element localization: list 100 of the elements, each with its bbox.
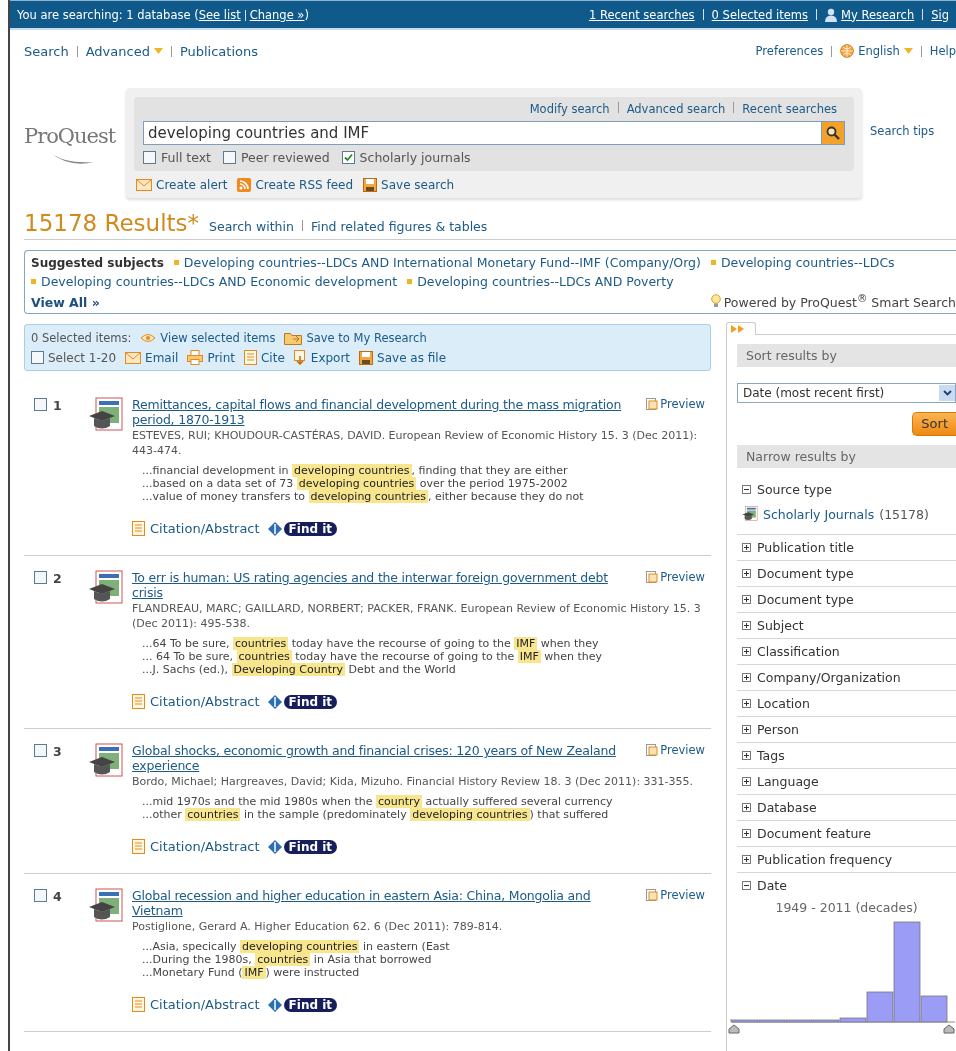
facet-label[interactable]: Language [757, 774, 819, 790]
preview-link[interactable]: Preview [660, 888, 705, 903]
top-link[interactable]: 1 Recent searches [588, 7, 695, 22]
facet-label[interactable]: Company/Organization [757, 670, 901, 686]
snippet-text: ...J. Sachs (ed.), Developing Country Debt and the World [142, 663, 457, 677]
subject-link[interactable]: Developing countries--LDCs AND International Monetary Fund--IMF (Company/Org) [183, 255, 701, 270]
nav-link[interactable]: Help [929, 44, 956, 58]
search-button[interactable] [821, 121, 845, 145]
preview-link[interactable]: Preview [660, 570, 705, 585]
nav-link[interactable]: Search [24, 43, 69, 59]
find-it-button[interactable]: Find it [283, 839, 338, 854]
facet-label[interactable]: Database [757, 800, 817, 816]
search-option-link[interactable]: Recent searches [742, 102, 837, 116]
facet-label[interactable]: Document type [757, 592, 854, 608]
facet-label[interactable]: Publication title [757, 540, 854, 556]
expand-icon[interactable] [742, 699, 751, 709]
change-link[interactable]: Change » [249, 7, 305, 22]
expand-icon[interactable] [742, 673, 751, 683]
find-it-button[interactable]: Find it [283, 997, 338, 1012]
expand-icon[interactable] [742, 777, 751, 787]
facet-label[interactable]: Source type [757, 482, 832, 498]
filter-checkbox[interactable] [143, 151, 156, 164]
top-link[interactable]: 0 Selected items [711, 7, 809, 22]
citation-abstract-link[interactable]: Citation/Abstract [150, 839, 260, 855]
expand-icon[interactable] [742, 647, 751, 657]
find-it-button[interactable]: Find it [283, 521, 338, 536]
search-tips-link[interactable]: Search tips [862, 88, 935, 138]
citation-abstract-link[interactable]: Citation/Abstract [150, 521, 260, 537]
expand-icon[interactable] [742, 751, 751, 761]
search-action-link[interactable]: Save search [381, 178, 455, 192]
citation-abstract-link[interactable]: Citation/Abstract [150, 997, 260, 1013]
expand-icon[interactable] [742, 803, 751, 813]
facet-label[interactable]: Date [757, 878, 787, 894]
view-all-link[interactable]: View All » [31, 295, 100, 311]
toolbar-link[interactable]: Print [207, 350, 235, 365]
facet-value-link[interactable]: Scholarly Journals [763, 506, 875, 522]
expand-icon[interactable] [742, 855, 751, 865]
results-link[interactable]: Find related figures & tables [310, 219, 488, 234]
record-checkbox[interactable] [34, 744, 47, 758]
facet-label[interactable]: Tags [757, 748, 785, 764]
snippet-text: ...value of money transfers to developing countries, either because they do not [142, 490, 585, 504]
preview-link[interactable]: Preview [660, 743, 705, 758]
expand-icon[interactable] [742, 725, 751, 735]
expand-icon[interactable] [742, 595, 751, 605]
toolbar-link[interactable]: Export [310, 350, 351, 365]
facet-label[interactable]: Subject [757, 618, 804, 634]
slider-handle-icon[interactable] [943, 1024, 955, 1034]
facet-label[interactable]: Location [757, 696, 810, 712]
language-dropdown[interactable]: English [858, 44, 900, 58]
preview-link[interactable]: Preview [660, 397, 705, 412]
subject-link[interactable]: Developing countries--LDCs AND Poverty [417, 274, 674, 289]
subject-link[interactable]: Developing countries--LDCs AND Economic development [41, 274, 398, 289]
caret-icon [153, 48, 163, 54]
toolbar-link[interactable]: Email [145, 350, 179, 365]
search-option-link[interactable]: Advanced search [626, 102, 726, 116]
facet-label[interactable]: Classification [757, 644, 840, 660]
sort-button[interactable]: Sort [912, 412, 956, 437]
see-list-link[interactable]: See list [198, 7, 241, 22]
facet-label[interactable]: Publication frequency [757, 852, 893, 868]
preview-icon [646, 397, 659, 411]
nav-link[interactable]: Preferences [755, 44, 824, 58]
expand-icon[interactable] [742, 829, 751, 839]
results-link[interactable]: Search within [209, 219, 294, 234]
top-link[interactable]: Sig [931, 7, 949, 22]
filter-checkbox[interactable] [223, 151, 237, 164]
record-title-link[interactable]: Global recession and higher education in eastern Asia: China, Mongolia and Vietnam [132, 888, 639, 919]
collapse-icon[interactable] [742, 881, 751, 891]
facet-label[interactable]: Document type [757, 566, 854, 582]
expand-icon[interactable] [742, 569, 751, 579]
subject-link[interactable]: Developing countries--LDCs [720, 255, 895, 270]
preview-icon [646, 570, 659, 584]
sort-dropdown[interactable]: Date (most recent first) [737, 383, 956, 404]
nav-dropdown[interactable]: Advanced [85, 43, 150, 59]
record-title-link[interactable]: Remittances, capital flows and financial development during the mass migration period, 1870-1913 [132, 397, 639, 428]
search-action-link[interactable]: Create alert [156, 178, 228, 192]
facet-label[interactable]: Person [757, 722, 799, 738]
toolbar-link[interactable]: Save to My Research [306, 331, 427, 346]
record-title-link[interactable]: To err is human: US rating agencies and the interwar foreign government debt crisis [132, 570, 639, 601]
select-all-checkbox[interactable] [31, 351, 44, 365]
search-action-link[interactable]: Create RSS feed [255, 178, 354, 192]
record-checkbox[interactable] [34, 571, 47, 585]
toolbar-link[interactable]: Cite [261, 350, 285, 365]
search-field[interactable]: developing countries and IMF [143, 121, 821, 145]
citation-abstract-link[interactable]: Citation/Abstract [150, 694, 260, 710]
find-it-button[interactable]: Find it [283, 694, 338, 709]
toolbar-link[interactable]: Save as file [377, 350, 447, 365]
filter-checkbox[interactable] [341, 151, 355, 164]
collapse-icon[interactable] [742, 485, 751, 495]
record-title-link[interactable]: Global shocks, economic growth and financial crises: 120 years of New Zealand experience [132, 743, 639, 774]
nav-link[interactable]: Publications [179, 43, 258, 59]
toolbar-link[interactable]: View selected items [160, 331, 276, 346]
search-option-link[interactable]: Modify search [529, 102, 610, 116]
facet-label[interactable]: Document feature [757, 826, 871, 842]
expand-icon[interactable] [742, 621, 751, 631]
record-citation-text: Bordo, Michael; Hargreaves, David; Kida, Mizuho. Financial History Review 18. 3 (Dec 2011): 331-355. [132, 774, 695, 790]
expand-icon[interactable] [742, 543, 751, 553]
record-checkbox[interactable] [34, 398, 47, 412]
record-checkbox[interactable] [34, 889, 47, 903]
top-link[interactable]: My Research [841, 7, 915, 22]
slider-handle-icon[interactable] [728, 1024, 740, 1034]
